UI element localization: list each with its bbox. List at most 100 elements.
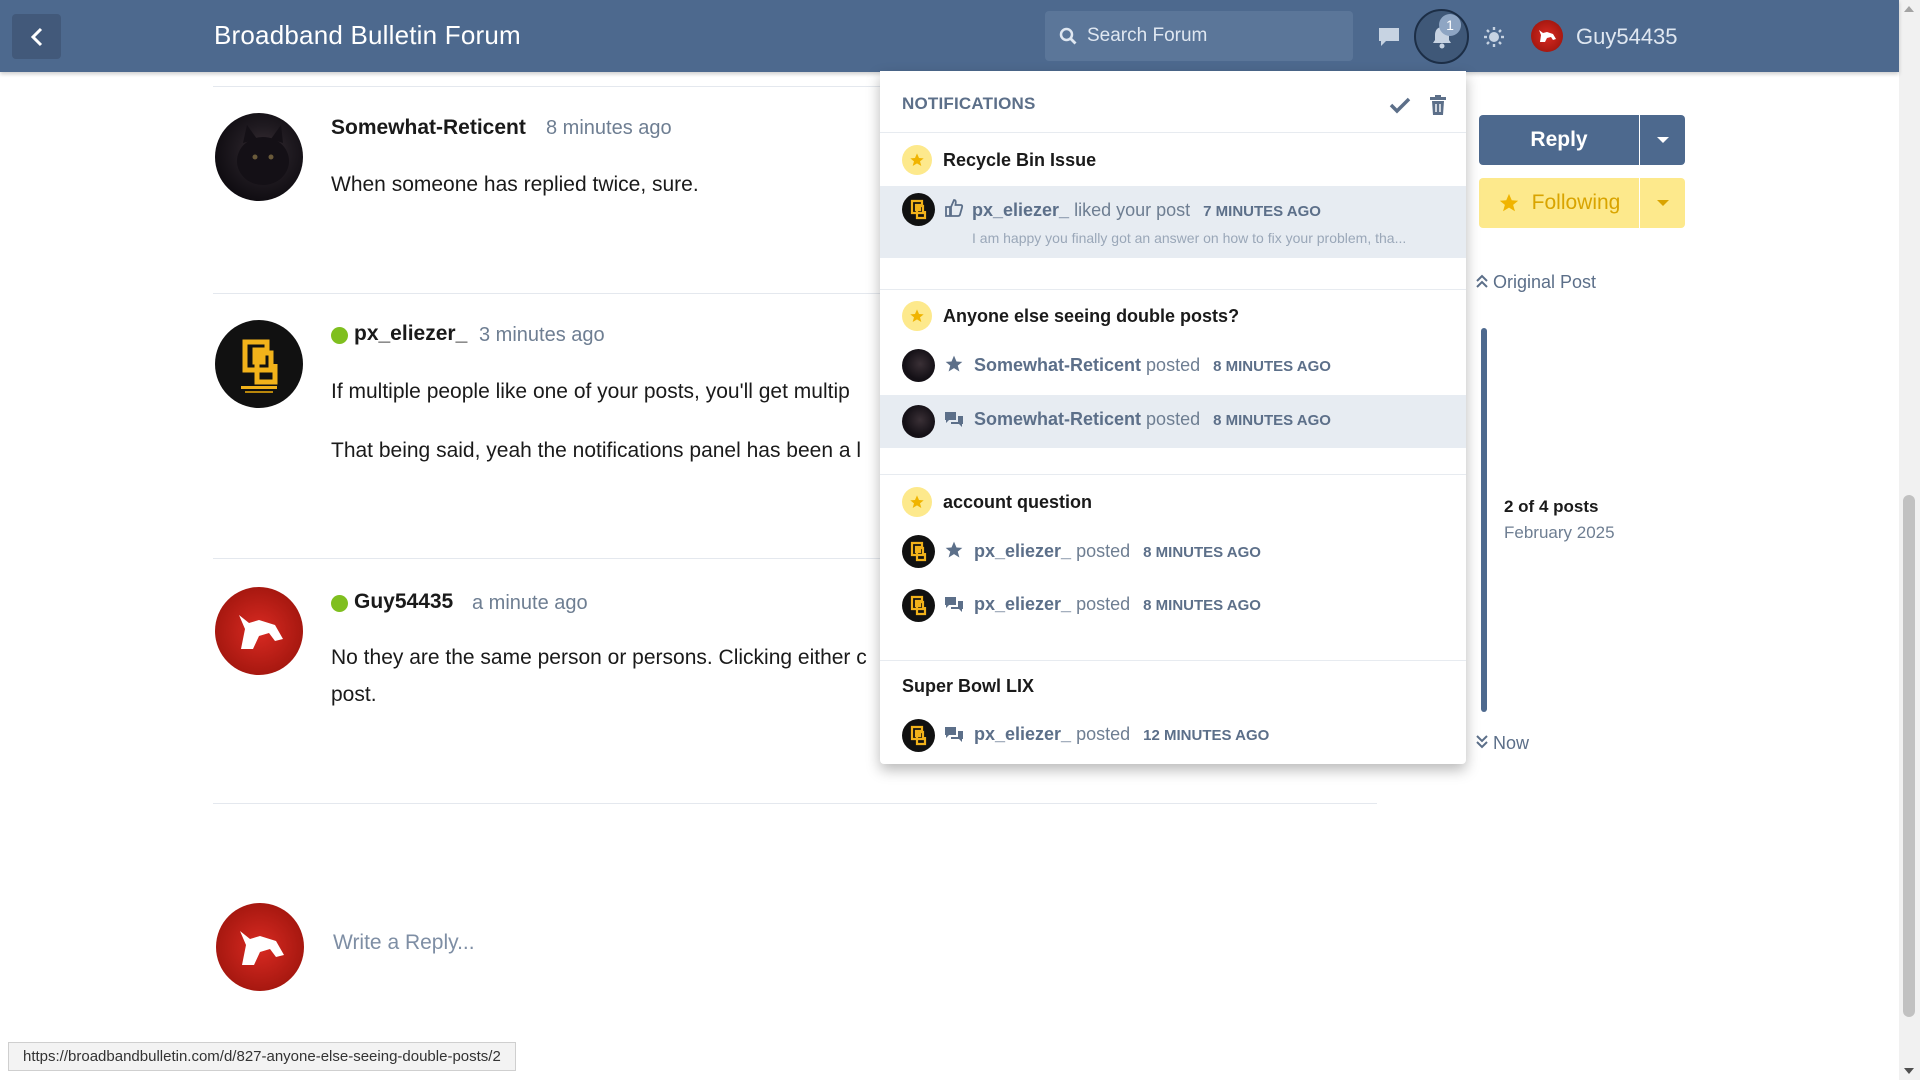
forum-title[interactable]: Broadband Bulletin Forum (214, 20, 521, 51)
notification-type (943, 197, 965, 219)
post-time[interactable]: 8 minutes ago (546, 117, 672, 140)
search-input[interactable]: Search Forum (1045, 11, 1353, 61)
now-link[interactable]: Now (1476, 733, 1529, 754)
scrollbar-thumb[interactable] (1903, 495, 1915, 1017)
notification-user: Somewhat-Reticent (974, 355, 1142, 375)
notification-type (943, 353, 965, 375)
avatar[interactable] (215, 587, 303, 675)
cat-photo-icon (237, 125, 289, 185)
comments-icon (945, 727, 963, 742)
sun-icon (1484, 27, 1504, 47)
gotham-city-university-logo-icon (910, 199, 927, 220)
following-button[interactable]: Following (1479, 178, 1639, 228)
theme-toggle-button[interactable] (1482, 25, 1506, 49)
star-icon (945, 355, 963, 372)
chevron-left-icon (30, 27, 42, 46)
notification-time: 8 minutes ago (1143, 597, 1261, 614)
avatar (902, 405, 935, 438)
caret-down-icon (1656, 137, 1669, 143)
page: Broadband Bulletin Forum Search Forum 1 (0, 0, 1920, 1080)
comments-icon (945, 412, 963, 427)
now-label: Now (1493, 733, 1530, 753)
avatar[interactable] (215, 113, 303, 201)
scroll-down-arrow[interactable] (1903, 1064, 1915, 1078)
gotham-city-university-logo-icon (910, 725, 927, 746)
double-chevron-up-icon (1476, 274, 1488, 288)
post-scrubber-handle[interactable] (1481, 328, 1487, 712)
post-time[interactable]: 3 minutes ago (479, 324, 605, 347)
search-icon (1059, 27, 1077, 45)
messages-button[interactable] (1376, 24, 1402, 50)
notification-item[interactable]: Somewhat-Reticent posted 8 minutes ago (974, 409, 1331, 430)
avatar[interactable] (215, 320, 303, 408)
online-status-indicator (331, 595, 348, 612)
following-label: Following (1531, 191, 1621, 214)
notification-action: posted (1076, 541, 1131, 561)
gotham-city-university-logo-icon (910, 541, 927, 562)
reply-button[interactable]: Reply (1479, 115, 1639, 165)
gotham-city-university-logo-icon (241, 339, 278, 393)
back-button[interactable] (12, 14, 61, 59)
triangle-up-icon (1904, 6, 1914, 12)
notification-time: 8 minutes ago (1213, 358, 1331, 375)
avatar (216, 903, 304, 991)
notification-action: posted (1076, 594, 1131, 614)
post-time[interactable]: a minute ago (472, 592, 588, 615)
scroll-up-arrow[interactable] (1903, 2, 1915, 16)
notification-item[interactable]: px_eliezer_ posted 8 minutes ago (974, 541, 1261, 562)
notification-user: Somewhat-Reticent (974, 409, 1142, 429)
comments-icon (945, 597, 963, 612)
post-body: No they are the same person or persons. … (331, 646, 867, 669)
notification-item[interactable]: px_eliezer_ posted 8 minutes ago (974, 594, 1261, 615)
notification-time: 12 minutes ago (1143, 727, 1270, 744)
user-avatar[interactable] (1531, 20, 1563, 52)
reply-options-button[interactable] (1640, 115, 1685, 165)
avatar (902, 349, 935, 382)
notifications-divider (880, 474, 1466, 475)
avatar (902, 535, 935, 568)
original-post-label: Original Post (1493, 272, 1597, 292)
post-author[interactable]: Somewhat-Reticent (331, 116, 526, 140)
original-post-link[interactable]: Original Post (1476, 272, 1596, 293)
notification-time: 7 minutes ago (1203, 203, 1321, 220)
gotham-city-university-logo-icon (910, 595, 927, 616)
wolf-icon (240, 931, 284, 965)
notification-action: liked your post (1074, 200, 1191, 220)
notification-action: posted (1146, 355, 1201, 375)
notification-group-title[interactable]: Recycle Bin Issue (943, 150, 1096, 171)
notification-group-title[interactable]: Anyone else seeing double posts? (943, 306, 1239, 327)
notification-type (943, 594, 965, 616)
wolf-icon (239, 615, 283, 649)
avatar (902, 193, 935, 226)
notification-group-title[interactable]: Super Bowl LIX (902, 676, 1034, 697)
notification-type (943, 724, 965, 746)
avatar (902, 589, 935, 622)
username[interactable]: Guy54435 (1576, 24, 1678, 50)
notification-action: posted (1076, 724, 1131, 744)
followed-badge (902, 301, 932, 331)
post-body: If multiple people like one of your post… (331, 380, 850, 403)
notification-item[interactable]: px_eliezer_ posted 12 minutes ago (974, 724, 1269, 745)
notification-item[interactable]: Somewhat-Reticent posted 8 minutes ago (974, 355, 1331, 376)
notification-time: 8 minutes ago (1143, 544, 1261, 561)
notification-item[interactable] (880, 186, 1466, 258)
scrubber-date: February 2025 (1504, 523, 1615, 542)
star-icon (1499, 193, 1518, 212)
notification-user: px_eliezer_ (972, 200, 1070, 220)
post-author[interactable]: Guy54435 (354, 590, 453, 614)
notification-user: px_eliezer_ (974, 724, 1072, 744)
post-body: That being said, yeah the notifications … (331, 439, 862, 462)
online-status-indicator (331, 327, 348, 344)
notification-count-badge: 1 (1439, 14, 1461, 36)
following-options-button[interactable] (1640, 178, 1685, 228)
reply-composer-input[interactable]: Write a Reply... (333, 931, 475, 955)
wolf-icon (1539, 30, 1556, 42)
notification-excerpt: I am happy you finally got an answer on … (972, 230, 1407, 246)
delete-all-button[interactable] (1426, 93, 1450, 117)
notification-group-title[interactable]: account question (943, 492, 1092, 513)
chat-icon (1379, 28, 1399, 46)
post-author[interactable]: px_eliezer_ (354, 322, 467, 346)
notifications-heading: NOTIFICATIONS (902, 94, 1036, 113)
star-icon (910, 495, 924, 508)
mark-all-read-button[interactable] (1388, 93, 1412, 117)
